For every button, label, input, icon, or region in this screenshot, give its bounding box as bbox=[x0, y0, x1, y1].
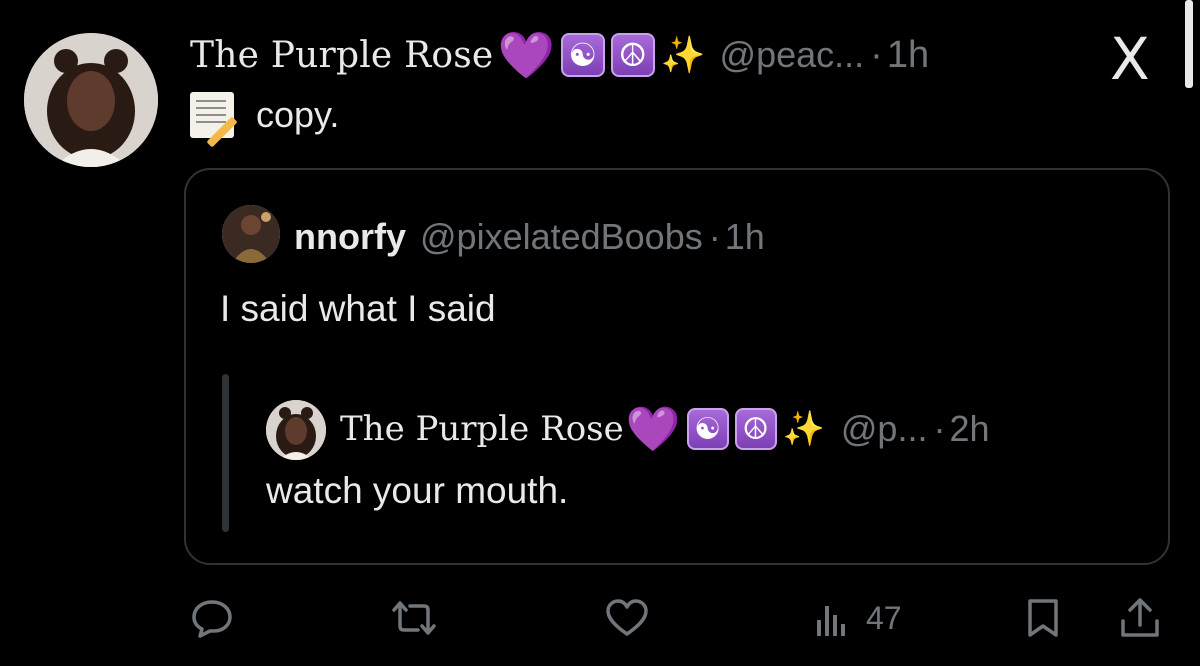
main-separator: · bbox=[870, 33, 883, 76]
main-author-handle[interactable]: @peac... bbox=[720, 34, 865, 76]
quoted-post-text: I said what I said bbox=[220, 288, 496, 329]
purple-heart-icon: 💜 bbox=[625, 404, 681, 455]
quoted-post-header: nnorfy @pixelatedBoobs · 1h bbox=[294, 212, 765, 262]
main-post-header: The Purple Rose 💜 ☯ ☮ ✨ @peac... · 1h bbox=[190, 28, 929, 82]
peace-icon: ☮ bbox=[610, 33, 655, 77]
quoted-author-handle[interactable]: @pixelatedBoobs bbox=[420, 216, 703, 258]
nested-avatar[interactable] bbox=[266, 400, 326, 460]
main-post-body: copy. bbox=[190, 92, 340, 148]
nested-separator: · bbox=[933, 408, 946, 449]
memo-icon bbox=[190, 92, 238, 148]
share-button[interactable] bbox=[1118, 596, 1162, 640]
peace-icon: ☮ bbox=[734, 408, 777, 450]
nested-post-header: The Purple Rose 💜 ☯ ☮ ✨ @p... · 2h bbox=[340, 404, 990, 455]
main-timestamp[interactable]: 1h bbox=[887, 34, 929, 77]
purple-heart-icon: 💜 bbox=[497, 27, 555, 82]
share-icon bbox=[1121, 598, 1159, 637]
main-author-name[interactable]: The Purple Rose bbox=[190, 35, 493, 76]
sparkles-icon: ✨ bbox=[660, 35, 706, 76]
bookmark-button[interactable] bbox=[1024, 596, 1062, 640]
like-button[interactable] bbox=[604, 596, 650, 640]
quoted-avatar[interactable] bbox=[222, 205, 280, 263]
reply-button[interactable] bbox=[190, 596, 234, 640]
nested-author-name[interactable]: The Purple Rose bbox=[340, 409, 624, 449]
views-button[interactable]: 47 bbox=[812, 596, 902, 640]
sparkles-icon: ✨ bbox=[782, 409, 825, 449]
nested-author-handle[interactable]: @p... bbox=[841, 408, 928, 450]
heart-icon bbox=[606, 599, 648, 636]
bookmark-icon bbox=[1028, 599, 1058, 637]
quoted-separator: · bbox=[708, 216, 721, 257]
text-cursor-bar bbox=[1185, 0, 1193, 88]
views-chart-icon bbox=[817, 606, 845, 636]
reply-icon bbox=[192, 600, 232, 638]
main-post-text: copy. bbox=[256, 94, 340, 135]
views-count: 47 bbox=[866, 599, 902, 636]
quoted-author-name[interactable]: nnorfy bbox=[294, 216, 406, 258]
nested-timestamp[interactable]: 2h bbox=[949, 408, 989, 450]
nested-quote-bar bbox=[222, 374, 229, 532]
retweet-icon bbox=[392, 601, 436, 635]
yin-yang-icon: ☯ bbox=[686, 408, 729, 450]
yin-yang-icon: ☯ bbox=[560, 33, 605, 77]
nested-post-text: watch your mouth. bbox=[266, 470, 569, 511]
retweet-button[interactable] bbox=[388, 596, 440, 640]
main-avatar[interactable] bbox=[24, 33, 158, 167]
quoted-timestamp[interactable]: 1h bbox=[725, 216, 765, 258]
close-x-icon[interactable]: X bbox=[1110, 30, 1150, 88]
